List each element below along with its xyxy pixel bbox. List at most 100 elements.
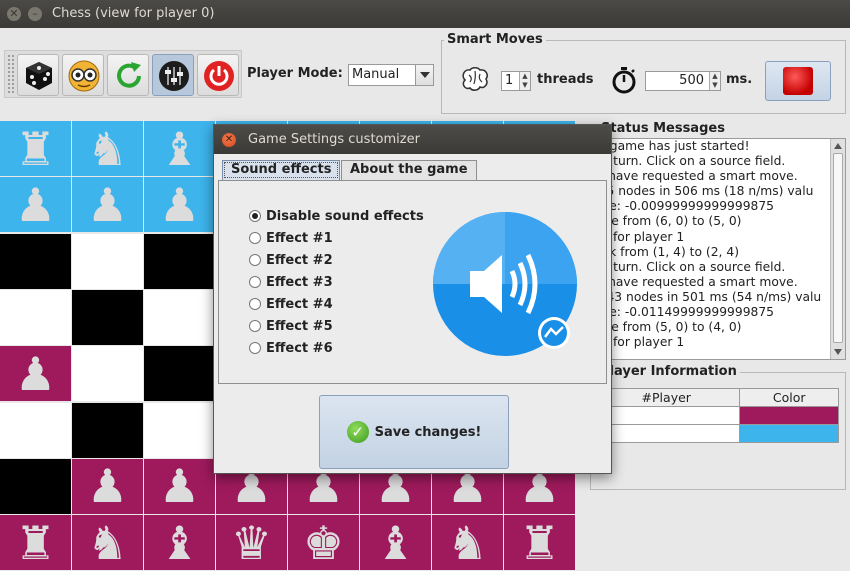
sound-effect-option[interactable]: Effect #3 xyxy=(249,273,333,291)
sound-effect-option[interactable]: Effect #6 xyxy=(249,339,333,357)
board-square[interactable]: ♝ xyxy=(360,515,431,571)
board-square[interactable]: ♟ xyxy=(0,346,71,402)
radio-button[interactable] xyxy=(249,232,261,244)
speaker-icon xyxy=(433,212,577,356)
board-square[interactable]: ♟ xyxy=(144,177,215,233)
board-square[interactable]: ♞ xyxy=(72,515,143,571)
status-scrollbar[interactable] xyxy=(830,139,845,359)
player-cell[interactable] xyxy=(591,406,741,425)
chess-piece[interactable]: ♞ xyxy=(447,520,488,566)
status-line: Turn for player 1 xyxy=(590,229,685,244)
radio-button[interactable] xyxy=(249,210,261,222)
chess-piece[interactable]: ♝ xyxy=(375,520,416,566)
status-messages-area[interactable]: The game has just started! Your turn. Cli… xyxy=(590,138,846,360)
board-square[interactable]: ♝ xyxy=(144,515,215,571)
chess-piece[interactable]: ♞ xyxy=(87,126,128,172)
board-square[interactable]: ♜ xyxy=(0,121,71,176)
color-swatch[interactable] xyxy=(739,424,839,443)
column-header-player[interactable]: #Player xyxy=(591,388,741,407)
settings-button[interactable] xyxy=(152,54,194,96)
chess-piece[interactable]: ♝ xyxy=(159,520,200,566)
chess-piece[interactable]: ♟ xyxy=(159,463,200,509)
radio-button[interactable] xyxy=(249,276,261,288)
board-square[interactable] xyxy=(144,346,215,402)
scroll-thumb[interactable] xyxy=(833,153,843,343)
chess-piece[interactable]: ♚ xyxy=(303,520,344,566)
radio-button[interactable] xyxy=(249,342,261,354)
window-close-button[interactable]: ✕ xyxy=(7,7,21,21)
board-square[interactable]: ♞ xyxy=(72,121,143,176)
chess-piece[interactable]: ♞ xyxy=(87,520,128,566)
quit-button[interactable] xyxy=(197,54,239,96)
player-mode-select[interactable]: Manual xyxy=(348,64,434,86)
scroll-down-icon[interactable] xyxy=(834,349,842,355)
board-square[interactable]: ♟ xyxy=(0,177,71,233)
radio-button[interactable] xyxy=(249,298,261,310)
ms-spinner[interactable]: 500 ▲ ▼ xyxy=(645,71,721,91)
board-square[interactable]: ♟ xyxy=(144,458,215,514)
tab-about-game[interactable]: About the game xyxy=(341,160,477,180)
board-square[interactable]: ♜ xyxy=(0,515,71,571)
board-square[interactable] xyxy=(72,346,143,402)
chess-piece[interactable]: ♛ xyxy=(231,520,272,566)
spinner-arrows-icon[interactable]: ▲ ▼ xyxy=(519,72,530,90)
status-line: Value: -0.01149999999999875 xyxy=(590,305,774,320)
board-square[interactable] xyxy=(144,402,215,458)
board-square[interactable]: ♟ xyxy=(72,177,143,233)
chess-piece[interactable]: ♟ xyxy=(159,182,200,228)
radio-button[interactable] xyxy=(249,320,261,332)
board-square[interactable]: ♛ xyxy=(216,515,287,571)
board-square[interactable] xyxy=(0,402,71,458)
chess-piece[interactable]: ♜ xyxy=(15,520,56,566)
board-square[interactable] xyxy=(72,402,143,458)
table-row[interactable] xyxy=(591,424,839,443)
chess-piece[interactable]: ♟ xyxy=(15,351,56,397)
board-square[interactable] xyxy=(0,233,71,289)
restart-button[interactable] xyxy=(107,54,149,96)
chess-piece[interactable]: ♝ xyxy=(159,126,200,172)
player-information-legend: Player Information xyxy=(597,364,740,379)
color-swatch[interactable] xyxy=(739,406,839,425)
new-game-button[interactable] xyxy=(17,54,59,96)
player-cell[interactable] xyxy=(591,424,741,443)
board-square[interactable] xyxy=(72,289,143,345)
board-square[interactable]: ♝ xyxy=(144,121,215,176)
chess-piece[interactable]: ♟ xyxy=(87,463,128,509)
chess-piece[interactable]: ♜ xyxy=(15,126,56,172)
sound-effect-option[interactable]: Effect #4 xyxy=(249,295,333,313)
ms-value: 500 xyxy=(679,73,704,88)
board-square[interactable]: ♚ xyxy=(288,515,359,571)
board-square[interactable] xyxy=(144,233,215,289)
view-button[interactable] xyxy=(62,54,104,96)
scroll-up-icon[interactable] xyxy=(834,143,842,149)
board-square[interactable] xyxy=(72,233,143,289)
board-square[interactable]: ♟ xyxy=(72,458,143,514)
status-line: White from (5, 0) to (4, 0) xyxy=(590,320,742,335)
sound-effect-option[interactable]: Effect #2 xyxy=(249,251,333,269)
board-square[interactable]: ♞ xyxy=(432,515,503,571)
radio-button[interactable] xyxy=(249,254,261,266)
sound-effect-option[interactable]: Effect #5 xyxy=(249,317,333,335)
board-square[interactable] xyxy=(0,289,71,345)
board-square[interactable]: ♜ xyxy=(504,515,575,571)
chess-piece[interactable]: ♜ xyxy=(519,520,560,566)
sound-effect-option[interactable]: Effect #1 xyxy=(249,229,333,247)
status-line: 27343 nodes in 501 ms (54 n/ms) valu xyxy=(590,289,822,304)
toolbar-grip[interactable] xyxy=(7,54,15,94)
column-header-color[interactable]: Color xyxy=(739,388,839,407)
board-square[interactable] xyxy=(0,458,71,514)
close-icon[interactable]: ✕ xyxy=(222,133,236,147)
tab-sound-effects[interactable]: Sound effects xyxy=(222,160,341,180)
chess-piece[interactable]: ♟ xyxy=(87,182,128,228)
window-minimize-button[interactable]: – xyxy=(28,7,42,21)
sound-effect-option[interactable]: Disable sound effects xyxy=(249,207,424,225)
table-row[interactable] xyxy=(591,406,839,425)
save-changes-button[interactable]: ✓ Save changes! xyxy=(319,395,509,469)
board-square[interactable] xyxy=(144,289,215,345)
checkmark-icon: ✓ xyxy=(346,421,369,443)
stop-smart-move-button[interactable] xyxy=(765,61,831,101)
chevron-down-icon[interactable] xyxy=(415,65,433,85)
threads-spinner[interactable]: 1 ▲ ▼ xyxy=(501,71,531,91)
spinner-arrows-icon[interactable]: ▲ ▼ xyxy=(709,72,720,90)
chess-piece[interactable]: ♟ xyxy=(15,182,56,228)
